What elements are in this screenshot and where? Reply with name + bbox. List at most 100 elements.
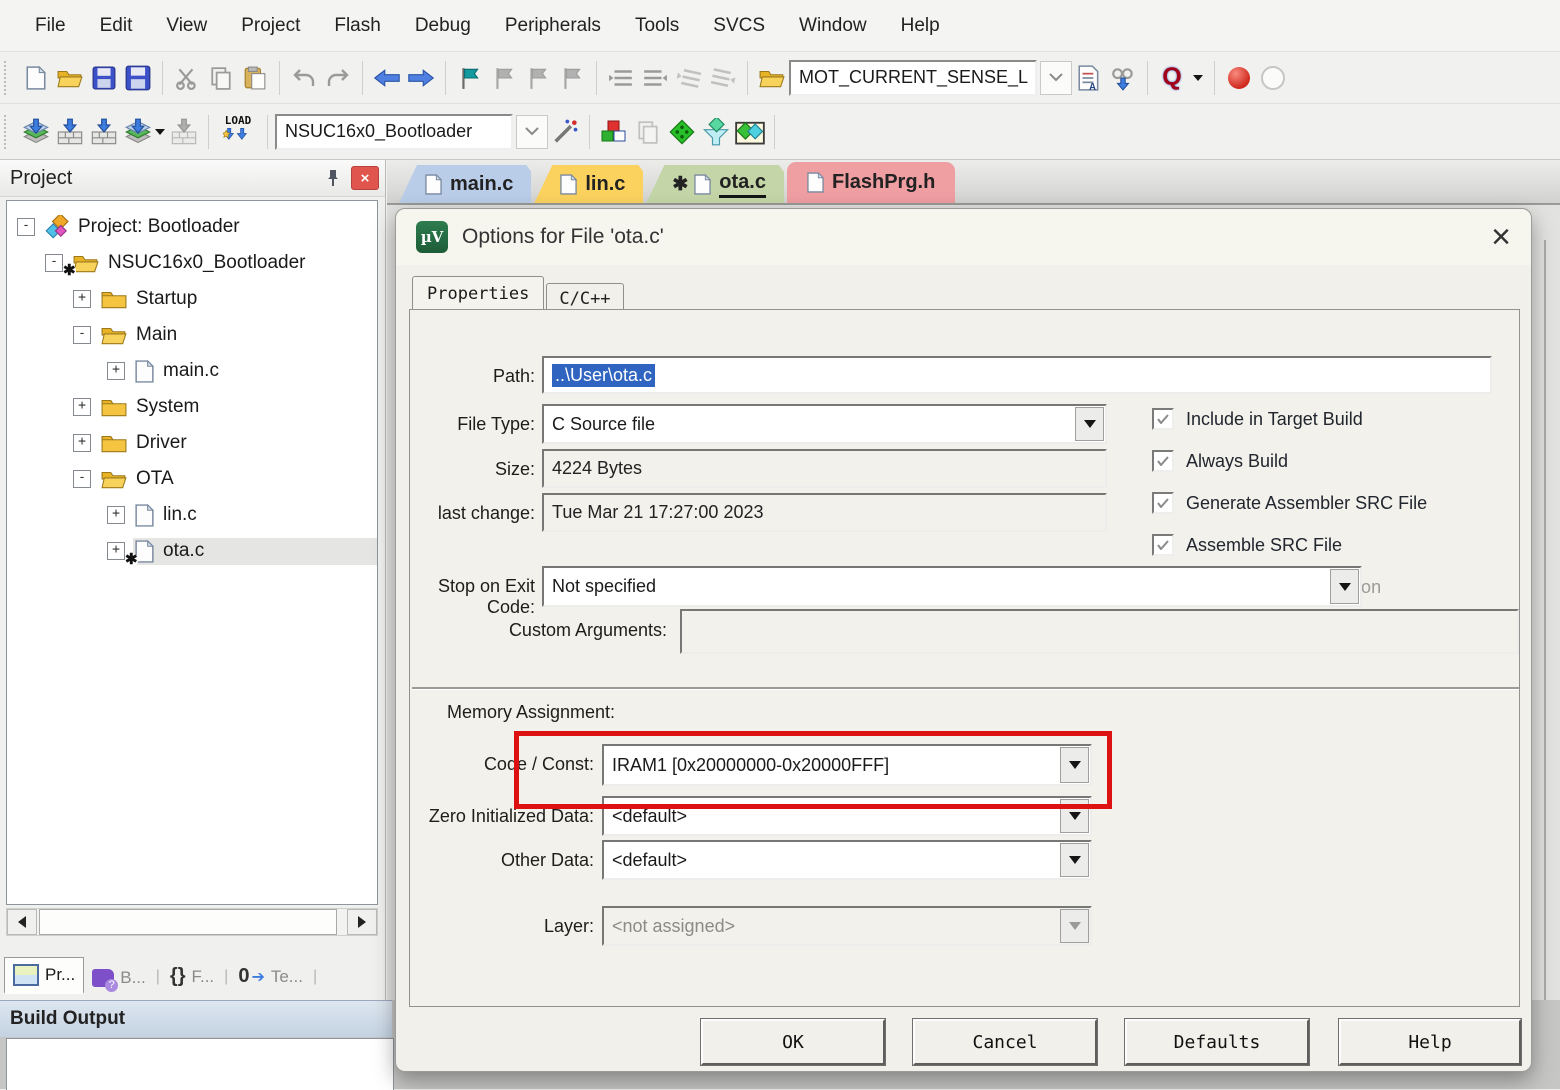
file-type-select[interactable]: C Source file <box>542 404 1107 444</box>
dropdown-arrow-icon[interactable] <box>1075 407 1104 441</box>
translate-icon[interactable] <box>19 114 53 150</box>
expander[interactable]: + <box>73 398 91 416</box>
menu-peripherals[interactable]: Peripherals <box>488 15 618 37</box>
stop-on-exit-select[interactable]: Not specified <box>542 566 1362 607</box>
project-horizontal-scrollbar[interactable] <box>6 908 378 936</box>
stop-build-icon[interactable] <box>167 114 201 150</box>
expander[interactable]: - <box>73 470 91 488</box>
batch-build-icon[interactable] <box>121 114 167 150</box>
checkbox-include-in-target-build[interactable]: Include in Target Build <box>1152 408 1363 430</box>
expander[interactable]: + <box>73 434 91 452</box>
build-output-content[interactable] <box>6 1038 394 1090</box>
help-button[interactable]: Help <box>1339 1019 1521 1065</box>
dropdown-arrow-icon[interactable] <box>1060 843 1089 877</box>
checkbox-always-build[interactable]: Always Build <box>1152 450 1288 472</box>
custom-arguments-input[interactable] <box>680 609 1519 654</box>
tab-flashprg-h[interactable]: FlashPrg.h <box>787 162 955 203</box>
target-select[interactable]: NSUC16x0_Bootloader <box>275 114 513 150</box>
expander[interactable]: + <box>107 542 125 560</box>
menu-window[interactable]: Window <box>782 15 884 37</box>
ok-button[interactable]: OK <box>701 1019 885 1065</box>
scroll-right-button[interactable] <box>347 909 377 935</box>
run-time-environment-icon[interactable] <box>665 114 699 150</box>
checkbox-icon[interactable] <box>1152 492 1174 514</box>
undo-icon[interactable] <box>287 60 321 96</box>
quick-search-icon[interactable]: Q <box>1155 60 1189 96</box>
prev-bookmark-icon[interactable] <box>487 60 521 96</box>
menu-help[interactable]: Help <box>884 15 957 37</box>
download-flash-button[interactable]: LOAD <box>216 110 260 154</box>
tree-item-lin-c[interactable]: + lin.c <box>7 497 377 533</box>
open-file-button[interactable] <box>53 60 87 96</box>
tab-lin-c[interactable]: lin.c <box>534 165 643 203</box>
cancel-button[interactable]: Cancel <box>913 1019 1097 1065</box>
tree-item-system[interactable]: + System <box>7 389 377 425</box>
code-const-select[interactable]: IRAM1 [0x20000000-0x20000FFF] <box>602 744 1092 786</box>
menu-svcs[interactable]: SVCS <box>696 15 782 37</box>
path-input[interactable]: ..\User\ota.c <box>542 356 1492 394</box>
redo-icon[interactable] <box>321 60 355 96</box>
dropdown-arrow-icon[interactable] <box>1060 747 1089 783</box>
uncomment-icon[interactable] <box>706 60 740 96</box>
tree-item-ota[interactable]: - OTA <box>7 461 377 497</box>
toolbar-grip[interactable] <box>4 115 11 149</box>
cut-icon[interactable] <box>170 60 204 96</box>
defaults-button[interactable]: Defaults <box>1125 1019 1309 1065</box>
clear-bookmarks-icon[interactable] <box>555 60 589 96</box>
menu-tools[interactable]: Tools <box>618 15 696 37</box>
checkbox-assemble-src-file[interactable]: Assemble SRC File <box>1152 534 1342 556</box>
menu-debug[interactable]: Debug <box>398 15 488 37</box>
expander[interactable]: + <box>73 290 91 308</box>
breakpoint-icon[interactable] <box>1222 60 1256 96</box>
zero-initialized-data-select[interactable]: <default> <box>602 796 1092 836</box>
dialog-title-bar[interactable]: µV Options for File 'ota.c' × <box>396 209 1531 265</box>
expander[interactable]: + <box>107 362 125 380</box>
copy-icon[interactable] <box>204 60 238 96</box>
indent-right-icon[interactable] <box>638 60 672 96</box>
menu-view[interactable]: View <box>149 15 224 37</box>
tree-item-main[interactable]: - Main <box>7 317 377 353</box>
new-file-button[interactable] <box>19 60 53 96</box>
scroll-left-button[interactable] <box>7 909 37 935</box>
paste-icon[interactable] <box>238 60 272 96</box>
tab-ota-c-active[interactable]: ✱ ota.c <box>646 165 784 203</box>
tree-item-project-bootloader[interactable]: - Project: Bootloader <box>7 209 377 245</box>
tab-project[interactable]: Pr... <box>4 957 84 994</box>
navigate-back-icon[interactable] <box>370 60 404 96</box>
expander[interactable]: - <box>17 218 35 236</box>
tab-templates[interactable]: 0 ➔ Te... <box>230 959 311 994</box>
editor-scrollbar[interactable] <box>1544 240 1546 1000</box>
clear-breakpoint-icon[interactable] <box>1256 60 1290 96</box>
toolbar-grip[interactable] <box>4 61 11 95</box>
checkbox-icon[interactable] <box>1152 408 1174 430</box>
checkbox-icon[interactable] <box>1152 534 1174 556</box>
navigate-forward-icon[interactable] <box>404 60 438 96</box>
menu-flash[interactable]: Flash <box>317 15 397 37</box>
next-bookmark-icon[interactable] <box>521 60 555 96</box>
tree-item-main-c[interactable]: + main.c <box>7 353 377 389</box>
pin-icon[interactable] <box>323 168 343 188</box>
dropdown-arrow-icon[interactable] <box>1060 799 1089 833</box>
comment-icon[interactable] <box>672 60 706 96</box>
pack-installer-icon[interactable] <box>733 114 767 150</box>
tree-item-nsuc16x0-bootloader[interactable]: - ✱ NSUC16x0_Bootloader <box>7 245 377 281</box>
find-target-dropdown[interactable] <box>1040 61 1072 95</box>
build-output-header[interactable]: Build Output <box>0 1000 392 1037</box>
close-panel-button[interactable]: × <box>351 166 379 190</box>
tab-main-c[interactable]: main.c <box>399 165 531 203</box>
options-for-target-icon[interactable] <box>548 114 582 150</box>
menu-project[interactable]: Project <box>224 15 317 37</box>
indent-left-icon[interactable] <box>604 60 638 96</box>
tab-functions[interactable]: {} F... <box>162 959 222 994</box>
dialog-close-icon[interactable]: × <box>1491 222 1511 252</box>
manage-project-items-icon[interactable] <box>597 114 631 150</box>
expander[interactable]: - <box>45 254 63 272</box>
tree-item-driver[interactable]: + Driver <box>7 425 377 461</box>
save-all-button[interactable] <box>121 60 155 96</box>
expander[interactable]: - <box>73 326 91 344</box>
configure-find-icon[interactable] <box>755 60 789 96</box>
insert-bookmark-icon[interactable] <box>453 60 487 96</box>
quick-search-dropdown[interactable] <box>1189 60 1207 96</box>
target-select-dropdown[interactable] <box>516 115 548 149</box>
tree-item-startup[interactable]: + Startup <box>7 281 377 317</box>
